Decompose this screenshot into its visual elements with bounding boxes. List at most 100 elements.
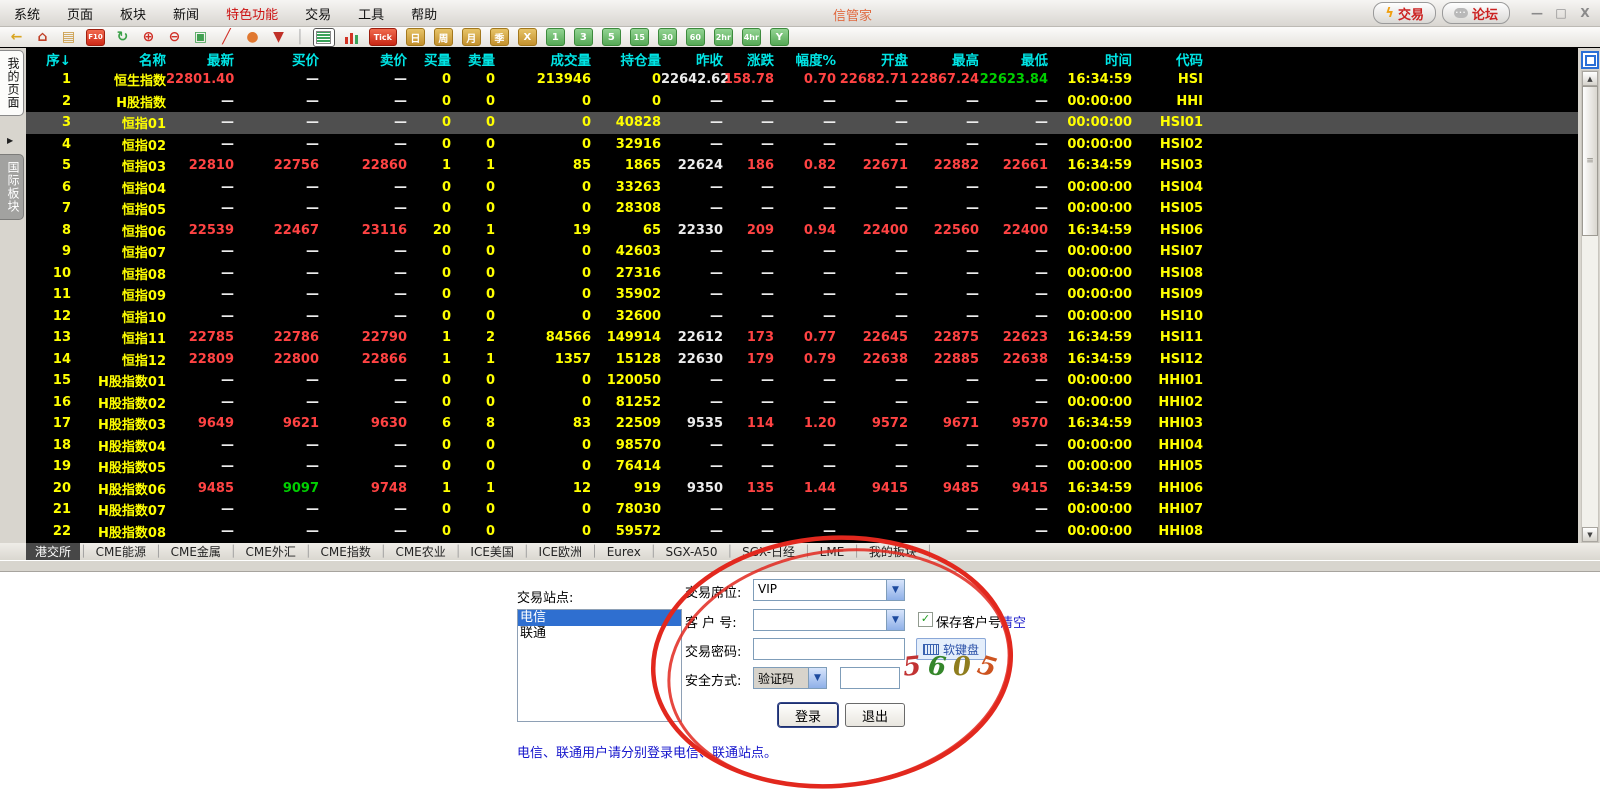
- period-button-月[interactable]: 月: [462, 28, 481, 46]
- alert-icon[interactable]: ●: [244, 29, 261, 46]
- market-tab-CME指数[interactable]: CME指数: [312, 543, 380, 560]
- period-button-周[interactable]: 周: [434, 28, 453, 46]
- market-tab-港交所[interactable]: 港交所: [26, 543, 80, 560]
- column-header-2[interactable]: 名称: [71, 49, 166, 69]
- period-button-30[interactable]: 30: [658, 28, 677, 46]
- period-button-5[interactable]: 5: [602, 28, 621, 46]
- back-icon[interactable]: ←: [8, 29, 25, 46]
- table-row-HSI03[interactable]: 5恒指0322810227562286011851865226241860.82…: [26, 155, 1578, 177]
- column-header-1[interactable]: 序↓: [26, 49, 71, 69]
- period-button-X[interactable]: X: [518, 28, 537, 46]
- zoom-out-icon[interactable]: ⊖: [166, 29, 183, 46]
- site-item-电信[interactable]: 电信: [518, 610, 681, 626]
- f10-icon[interactable]: F10: [86, 29, 105, 46]
- menu-item-页面[interactable]: 页面: [67, 4, 93, 23]
- table-row-HSI12[interactable]: 14恒指122280922800228661113571512822630179…: [26, 349, 1578, 371]
- column-header-9[interactable]: 持仓量: [591, 49, 661, 69]
- table-row-HHI03[interactable]: 17H股指数0396499621963068832250995351141.20…: [26, 413, 1578, 435]
- menu-item-系统[interactable]: 系统: [14, 4, 40, 23]
- table-row-HSI06[interactable]: 8恒指062253922467231162011965223302090.942…: [26, 220, 1578, 242]
- table-row-HSI10[interactable]: 12恒指10———00032600——————00:00:00HSI10: [26, 306, 1578, 328]
- security-combobox[interactable]: 验证码 ▼: [753, 667, 827, 689]
- scroll-down-icon[interactable]: ▼: [1582, 527, 1598, 542]
- clear-link[interactable]: 清空: [1000, 612, 1026, 631]
- table-row-HSI08[interactable]: 10恒指08———00027316——————00:00:00HSI08: [26, 263, 1578, 285]
- login-button[interactable]: 登录: [778, 703, 838, 727]
- period-button-Y[interactable]: Y: [770, 28, 789, 46]
- column-header-10[interactable]: 昨收: [661, 49, 723, 69]
- chart-icon[interactable]: [344, 30, 360, 44]
- market-tab-ICE欧洲[interactable]: ICE欧洲: [530, 543, 592, 560]
- market-tab-SGX-日经[interactable]: SGX-日经: [733, 543, 804, 560]
- menu-item-帮助[interactable]: 帮助: [411, 4, 437, 23]
- minimize-icon[interactable]: —: [1530, 6, 1544, 20]
- site-item-联通[interactable]: 联通: [518, 626, 681, 642]
- chevron-down-icon[interactable]: ▼: [886, 580, 904, 600]
- period-button-15[interactable]: 15: [630, 28, 649, 46]
- scrollbar-thumb[interactable]: ≡: [1582, 86, 1598, 236]
- table-row-HHI07[interactable]: 21H股指数07———00078030——————00:00:00HHI07: [26, 499, 1578, 521]
- column-header-7[interactable]: 卖量: [451, 49, 495, 69]
- column-header-4[interactable]: 买价: [234, 49, 319, 69]
- seat-combobox[interactable]: VIP ▼: [753, 579, 905, 601]
- table-row-HSI11[interactable]: 13恒指112278522786227901284566149914226121…: [26, 327, 1578, 349]
- draw-icon[interactable]: ╱: [218, 29, 235, 46]
- table-row-HHI05[interactable]: 19H股指数05———00076414——————00:00:00HHI05: [26, 456, 1578, 478]
- table-row-HHI[interactable]: 2H股指数———0000——————00:00:00HHI: [26, 91, 1578, 113]
- column-header-8[interactable]: 成交量: [495, 49, 591, 69]
- column-header-15[interactable]: 最低: [979, 49, 1048, 69]
- period-button-日[interactable]: 日: [406, 28, 425, 46]
- period-button-3[interactable]: 3: [574, 28, 593, 46]
- table-row-HSI02[interactable]: 4恒指02———00032916——————00:00:00HSI02: [26, 134, 1578, 156]
- period-button-2hr[interactable]: 2hr: [714, 28, 733, 46]
- table-row-HHI02[interactable]: 16H股指数02———00081252——————00:00:00HHI02: [26, 392, 1578, 414]
- chevron-down-icon[interactable]: ▼: [886, 610, 904, 630]
- table-row-HSI05[interactable]: 7恒指05———00028308——————00:00:00HSI05: [26, 198, 1578, 220]
- menu-item-新闻[interactable]: 新闻: [173, 4, 199, 23]
- side-tab-my-pages[interactable]: 我的页面: [0, 50, 24, 116]
- table-row-HHI04[interactable]: 18H股指数04———00098570——————00:00:00HHI04: [26, 435, 1578, 457]
- quote-grid-icon[interactable]: [313, 28, 335, 47]
- table-row-HHI08[interactable]: 22H股指数08———00059572——————00:00:00HHI08: [26, 521, 1578, 543]
- expand-arrow-icon[interactable]: ▶: [7, 136, 13, 145]
- menu-item-特色功能[interactable]: 特色功能: [226, 4, 278, 23]
- captcha-input[interactable]: [840, 667, 900, 689]
- column-header-16[interactable]: 时间: [1048, 49, 1132, 69]
- vertical-scrollbar[interactable]: ▲ ≡ ▼: [1581, 70, 1599, 543]
- chevron-down-icon[interactable]: ▼: [808, 668, 826, 688]
- scroll-up-icon[interactable]: ▲: [1582, 71, 1598, 86]
- tick-period-button[interactable]: Tick: [369, 28, 397, 46]
- column-header-13[interactable]: 开盘: [836, 49, 908, 69]
- menu-item-工具[interactable]: 工具: [358, 4, 384, 23]
- table-row-HSI[interactable]: 1恒生指数22801.40——00213946022642.62158.780.…: [26, 69, 1578, 91]
- refresh-icon[interactable]: ↻: [114, 29, 131, 46]
- menu-item-板块[interactable]: 板块: [120, 4, 146, 23]
- table-row-HHI01[interactable]: 15H股指数01———000120050——————00:00:00HHI01: [26, 370, 1578, 392]
- market-tab-CME金属[interactable]: CME金属: [162, 543, 230, 560]
- customer-combobox[interactable]: ▼: [753, 609, 905, 631]
- market-tab-SGX-A50[interactable]: SGX-A50: [656, 543, 726, 560]
- layers-icon[interactable]: ▣: [192, 29, 209, 46]
- pane-icon[interactable]: [1581, 51, 1599, 69]
- exit-button[interactable]: 退出: [845, 703, 905, 727]
- column-header-17[interactable]: 代码: [1132, 49, 1203, 69]
- market-tab-CME农业[interactable]: CME农业: [386, 543, 454, 560]
- period-button-60[interactable]: 60: [686, 28, 705, 46]
- market-tab-Eurex[interactable]: Eurex: [598, 543, 650, 560]
- table-row-HSI04[interactable]: 6恒指04———00033263——————00:00:00HSI04: [26, 177, 1578, 199]
- notes-icon[interactable]: ▤: [60, 29, 77, 46]
- forum-button[interactable]: ··· 论坛: [1442, 2, 1510, 24]
- column-header-5[interactable]: 卖价: [319, 49, 407, 69]
- zoom-in-icon[interactable]: ⊕: [140, 29, 157, 46]
- period-button-1[interactable]: 1: [546, 28, 565, 46]
- table-row-HHI06[interactable]: 20H股指数06948590979748111291993501351.4494…: [26, 478, 1578, 500]
- column-header-12[interactable]: 幅度%: [774, 49, 836, 69]
- save-customer-checkbox[interactable]: ✓: [918, 612, 933, 627]
- column-header-6[interactable]: 买量: [407, 49, 451, 69]
- side-tab-international[interactable]: 国际板块: [0, 154, 24, 220]
- column-header-11[interactable]: 涨跌: [723, 49, 774, 69]
- table-row-HSI07[interactable]: 9恒指07———00042603——————00:00:00HSI07: [26, 241, 1578, 263]
- home-icon[interactable]: ⌂: [34, 29, 51, 46]
- market-tab-我的板块[interactable]: 我的板块: [860, 543, 926, 560]
- trade-button[interactable]: ϟ 交易: [1373, 2, 1436, 24]
